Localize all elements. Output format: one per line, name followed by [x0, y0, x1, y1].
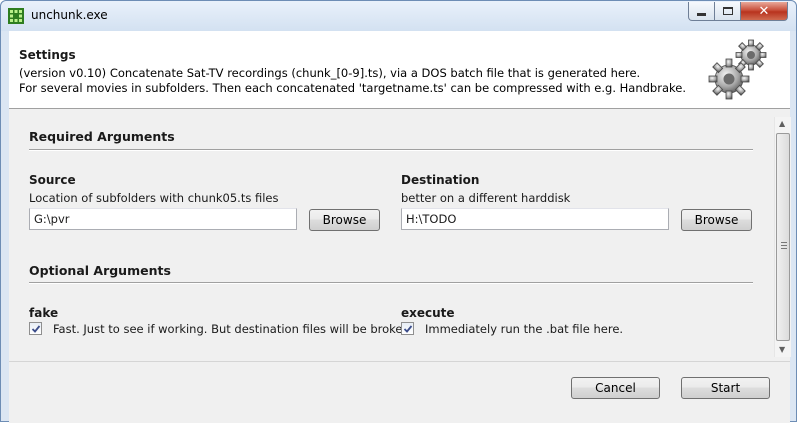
scrollbar-thumb[interactable]	[776, 133, 790, 341]
checkmark-icon	[403, 324, 412, 333]
grip-icon	[781, 242, 787, 249]
footer-divider	[9, 361, 790, 362]
destination-label: Destination	[401, 173, 480, 187]
destination-browse-button[interactable]: Browse	[681, 209, 752, 231]
required-arguments-title: Required Arguments	[29, 129, 175, 144]
vertical-scrollbar[interactable]: ▲ ▼	[774, 117, 791, 357]
optional-arguments-title: Optional Arguments	[29, 263, 171, 278]
required-divider	[29, 149, 753, 151]
source-label: Source	[29, 173, 76, 187]
fake-label: fake	[29, 306, 59, 320]
window-title: unchunk.exe	[31, 8, 108, 22]
fake-description: Fast. Just to see if working. But destin…	[53, 322, 414, 336]
source-description: Location of subfolders with chunk05.ts f…	[29, 191, 279, 205]
fake-checkbox[interactable]	[29, 322, 42, 335]
maximize-button[interactable]	[715, 2, 741, 21]
destination-description: better on a different harddisk	[401, 191, 571, 205]
scroll-down-icon[interactable]: ▼	[779, 345, 785, 354]
optional-divider	[29, 282, 753, 284]
title-bar[interactable]: unchunk.exe ✕	[1, 1, 796, 31]
destination-input[interactable]: H:\TODO	[401, 208, 669, 230]
source-input[interactable]: G:\pvr	[29, 208, 297, 230]
cancel-button[interactable]: Cancel	[571, 377, 660, 399]
app-window: unchunk.exe ✕ Settings (version v0.10) C…	[0, 0, 797, 423]
app-icon	[8, 8, 24, 24]
close-button[interactable]: ✕	[741, 2, 788, 21]
start-button[interactable]: Start	[681, 377, 770, 399]
description-line-1: (version v0.10) Concatenate Sat-TV recor…	[19, 66, 641, 80]
close-icon: ✕	[758, 3, 770, 19]
execute-label: execute	[401, 306, 455, 320]
source-browse-button[interactable]: Browse	[309, 209, 380, 231]
gears-icon	[708, 39, 767, 100]
dialog-body: Settings (version v0.10) Concatenate Sat…	[9, 31, 791, 423]
execute-description: Immediately run the .bat file here.	[425, 322, 624, 336]
minimize-icon	[697, 12, 706, 16]
minimize-button[interactable]	[688, 2, 715, 21]
arguments-panel: Required Arguments Source Location of su…	[17, 115, 790, 359]
execute-checkbox[interactable]	[401, 322, 414, 335]
description-line-2: For several movies in subfolders. Then e…	[19, 81, 686, 95]
scroll-up-icon[interactable]: ▲	[779, 119, 785, 128]
maximize-icon	[722, 7, 733, 15]
checkmark-icon	[31, 324, 40, 333]
settings-title: Settings	[19, 48, 76, 62]
settings-header: Settings (version v0.10) Concatenate Sat…	[9, 31, 790, 109]
